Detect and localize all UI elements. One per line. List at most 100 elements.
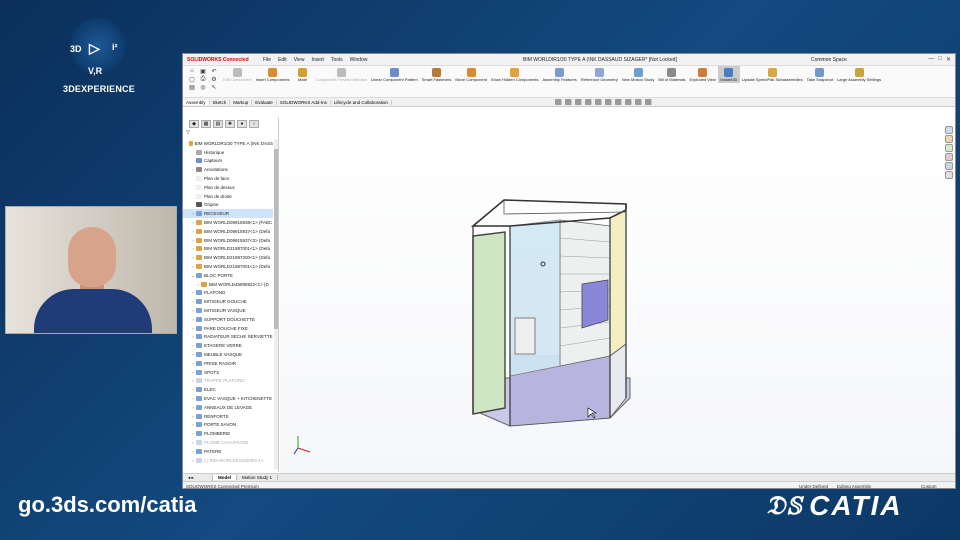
view-orientation-icon[interactable] <box>595 99 602 105</box>
ribbon-button[interactable]: Exploded View <box>687 66 717 83</box>
config-manager-icon[interactable]: ▤ <box>213 120 223 128</box>
ribbon-button[interactable]: Edit Component <box>221 66 254 83</box>
tree-item[interactable]: › BIM WORLD21987001<1> (Defa <box>183 245 273 254</box>
tree-item[interactable]: ⌄ BLOC PORTE <box>183 271 273 280</box>
tree-item[interactable]: › ETAGERE VERRE <box>183 341 273 350</box>
collab-space[interactable]: Common Space <box>811 57 847 63</box>
tree-item[interactable]: › MITIGEUR VASQUE <box>183 306 273 315</box>
tree-item[interactable]: › BIM WORLD09915937<1> (Defa <box>183 227 273 236</box>
filter-icon[interactable]: ▽ <box>186 130 190 136</box>
tree-item[interactable]: › PORTE SAVON <box>183 421 273 430</box>
menu-tools[interactable]: Tools <box>331 57 343 63</box>
tree-item[interactable]: › PLOMB CHAUFFAGE <box>183 438 273 447</box>
tree-item[interactable]: › SPOTS <box>183 368 273 377</box>
print-icon[interactable]: ⎙ <box>198 76 208 83</box>
tree-item[interactable]: › PARE DOUCHE FIXE <box>183 324 273 333</box>
ribbon-button[interactable]: Move Component <box>453 66 489 83</box>
tab-lifecycle[interactable]: Lifecycle and Collaboration <box>331 99 392 105</box>
tab-model[interactable]: Model <box>213 475 237 480</box>
file-explorer-icon[interactable] <box>945 144 953 152</box>
tab-markup[interactable]: Markup <box>230 99 253 105</box>
tree-item[interactable]: › BIM WORLD09915937<3> (Defa <box>183 236 273 245</box>
tree-item[interactable]: Origine <box>183 201 273 210</box>
save-icon[interactable]: ▣ <box>198 68 208 75</box>
tree-item[interactable]: › BIM WORLD09915938<1> (FABC <box>183 218 273 227</box>
tree-item[interactable]: › PRISE RASOIR <box>183 359 273 368</box>
display-style-icon[interactable] <box>605 99 612 105</box>
tree-item[interactable]: Plan de dessus <box>183 183 273 192</box>
maximize-icon[interactable]: □ <box>938 56 942 63</box>
tree-item[interactable]: › BIM WORLD21987001<1> (Defa <box>183 262 273 271</box>
expand-icon[interactable]: › <box>249 120 259 128</box>
assembly-model[interactable] <box>280 108 956 476</box>
undo-icon[interactable]: ↶ <box>209 68 219 75</box>
tree-scrollbar[interactable] <box>274 139 278 469</box>
open-icon[interactable]: ▤ <box>187 84 197 91</box>
tree-item[interactable]: › ELEC <box>183 385 273 394</box>
tree-item[interactable]: › RECEVEUR <box>183 209 273 219</box>
zoom-area-icon[interactable] <box>565 99 572 105</box>
custom-properties-icon[interactable] <box>945 171 953 179</box>
rebuild-icon[interactable]: ⚙ <box>209 76 219 83</box>
tree-item[interactable]: › MITIGEUR DOUCHE <box>183 297 273 306</box>
design-library-icon[interactable] <box>945 135 953 143</box>
tab-addins[interactable]: SOLIDWORKS Add-Ins <box>277 99 331 105</box>
ribbon-button[interactable]: Bill of Materials <box>656 66 687 83</box>
property-manager-icon[interactable]: ▦ <box>201 120 211 128</box>
ribbon-button[interactable]: Instant3D <box>717 66 740 83</box>
tree-item[interactable]: › Annotations <box>183 165 273 174</box>
ribbon-button[interactable]: Insert Components <box>254 66 292 83</box>
display-manager-icon[interactable]: ● <box>237 120 247 128</box>
tree-item[interactable]: › SUPPORT DOUCHETTE <box>183 315 273 324</box>
menu-view[interactable]: View <box>294 57 305 63</box>
tree-item[interactable]: Plan de face <box>183 174 273 183</box>
close-icon[interactable]: ✕ <box>946 56 951 63</box>
tree-item[interactable]: › RADIATEUR SECHE SERVIETTE <box>183 333 273 342</box>
menu-insert[interactable]: Insert <box>311 57 324 63</box>
tree-item[interactable]: › RENFORTS <box>183 412 273 421</box>
section-view-icon[interactable] <box>585 99 592 105</box>
unit-system[interactable]: Custom <box>921 484 937 489</box>
ribbon-button[interactable]: Linear Component Pattern <box>369 66 420 83</box>
tree-item[interactable]: › BIM WORLD45895922<1> (D <box>183 280 273 289</box>
feature-manager-icon[interactable]: ◆ <box>189 120 199 128</box>
dimxpert-icon[interactable]: ✚ <box>225 120 235 128</box>
tree-item[interactable]: › TRAPPE PLAFOND <box>183 377 273 386</box>
new-icon[interactable]: ▢ <box>187 76 197 83</box>
tree-item[interactable]: › PATERE <box>183 447 273 456</box>
graphics-area[interactable] <box>280 108 956 476</box>
tab-evaluate[interactable]: Evaluate <box>252 99 277 105</box>
ribbon-button[interactable]: Update SpeedPak Subassemblies <box>740 66 805 83</box>
tree-item[interactable]: › BIM WORLD21987200<1> (Defa <box>183 253 273 262</box>
tree-item[interactable]: Capteurs <box>183 157 273 166</box>
menu-file[interactable]: File <box>263 57 271 63</box>
minimize-icon[interactable]: — <box>928 56 934 63</box>
ribbon-button[interactable]: Smart Fasteners <box>420 66 454 83</box>
tree-item[interactable]: › PLOMBERIE <box>183 429 273 438</box>
options-icon[interactable]: ◎ <box>198 84 208 91</box>
tab-assembly[interactable]: Assembly <box>183 99 210 105</box>
tree-item[interactable]: › EVAC VASQUE + KITCHENETTE <box>183 394 273 403</box>
view-settings-icon[interactable] <box>645 99 652 105</box>
ribbon-button[interactable]: Assembly Features <box>541 66 579 83</box>
ribbon-button[interactable]: Show Hidden Components <box>489 66 541 83</box>
select-icon[interactable]: ↖ <box>209 84 219 91</box>
hide-show-icon[interactable] <box>615 99 622 105</box>
ribbon-button[interactable]: Large Assembly Settings <box>835 66 883 83</box>
zoom-fit-icon[interactable] <box>555 99 562 105</box>
scene-icon[interactable] <box>635 99 642 105</box>
tab-motion-study[interactable]: Motion Study 1 <box>237 475 279 480</box>
menu-edit[interactable]: Edit <box>278 57 287 63</box>
ribbon-button[interactable]: Reference Geometry <box>579 66 620 83</box>
tab-nav-arrows[interactable]: ◂ ▸ <box>183 474 213 481</box>
appearance-icon[interactable] <box>625 99 632 105</box>
previous-view-icon[interactable] <box>575 99 582 105</box>
tree-item[interactable]: Historique <box>183 148 273 157</box>
tree-item[interactable]: › MEUBLE VASQUE <box>183 350 273 359</box>
ribbon-button[interactable]: Mate <box>291 66 313 83</box>
tree-item[interactable]: BIM WORLDR1/30 TYPE A (INK DASS <box>183 139 273 148</box>
ribbon-button[interactable]: Component Preview Window <box>313 66 368 83</box>
tree-item[interactable]: › ANNEAUX DE LEVAGE <box>183 403 273 412</box>
resources-icon[interactable] <box>945 126 953 134</box>
ribbon-button[interactable]: New Motion Study <box>620 66 656 83</box>
